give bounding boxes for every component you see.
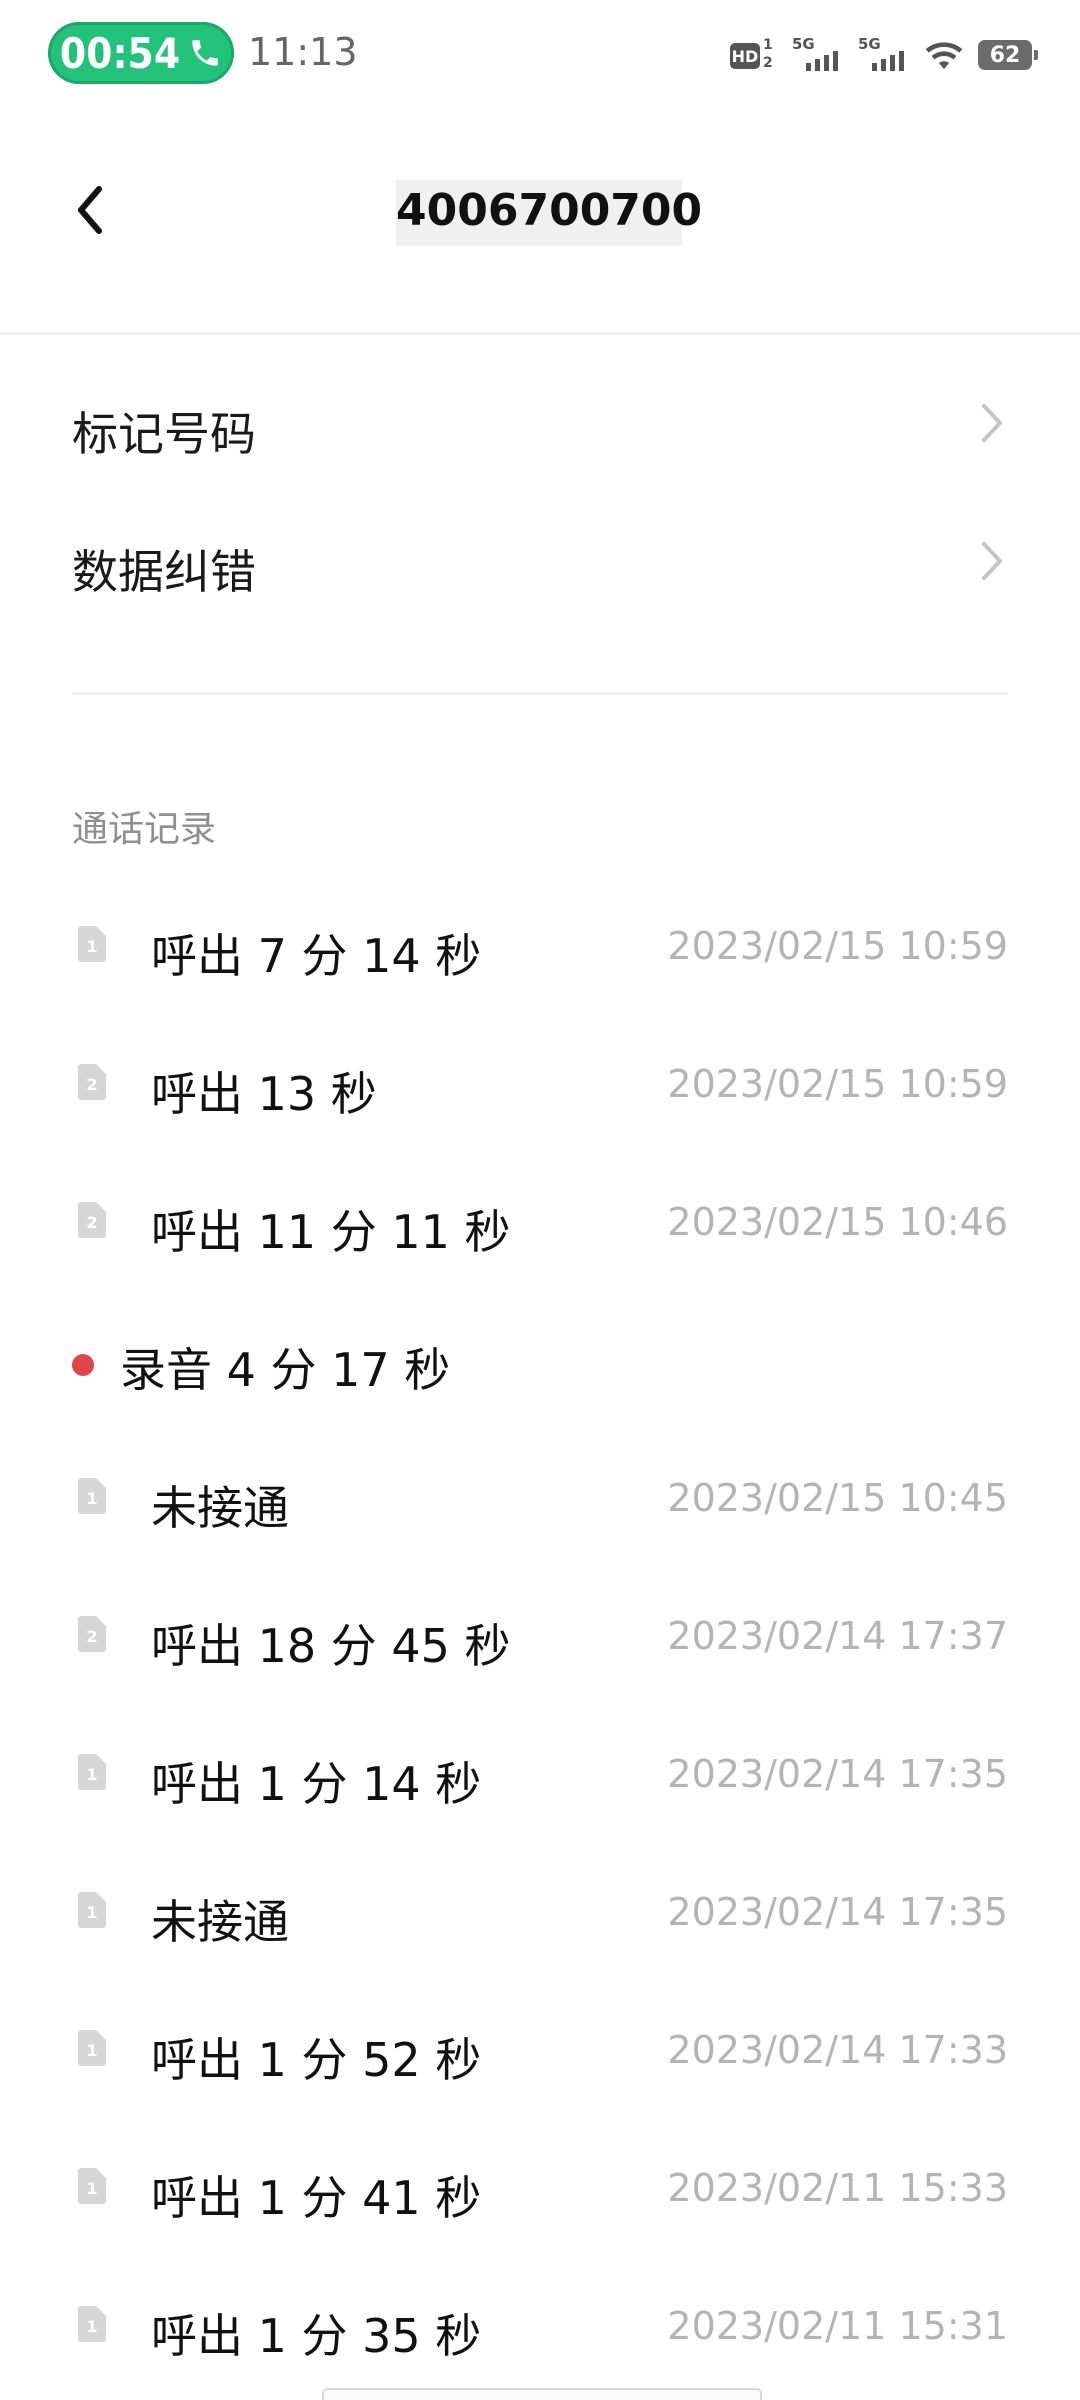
status-bar: 00:54 11:13 HD 1 2 5G 5G 62 bbox=[0, 0, 1080, 110]
svg-text:1: 1 bbox=[86, 1489, 97, 1508]
call-type-label: 呼出 1 分 52 秒 bbox=[151, 2033, 482, 2087]
header-divider bbox=[0, 332, 1080, 335]
call-type-label: 呼出 18 分 45 秒 bbox=[151, 1619, 511, 1673]
battery-icon: 62 bbox=[978, 40, 1038, 70]
recording-dot-icon bbox=[72, 1354, 94, 1376]
page-title: 4006700700 bbox=[396, 180, 702, 246]
call-type-label: 呼出 1 分 41 秒 bbox=[151, 2171, 482, 2225]
recording-label: 录音 4 分 17 秒 bbox=[120, 1343, 451, 1397]
status-icons: HD 1 2 5G 5G 62 bbox=[730, 30, 1038, 80]
back-arrow-icon bbox=[78, 186, 102, 234]
chevron-right-icon bbox=[982, 542, 1002, 580]
sim2-signal-icon: 5G bbox=[858, 35, 910, 75]
call-type-label: 呼出 7 分 14 秒 bbox=[151, 929, 482, 983]
home-indicator[interactable] bbox=[322, 2388, 762, 2400]
volte-hd-icon: HD 1 2 bbox=[730, 37, 773, 71]
call-record-row[interactable]: 1 呼出 1 分 41 秒 2023/02/11 15:33 bbox=[72, 2140, 1008, 2250]
call-record-row[interactable]: 2 呼出 11 分 11 秒 2023/02/15 10:46 bbox=[72, 1174, 1008, 1284]
call-record-row[interactable]: 1 呼出 1 分 35 秒 2023/02/11 15:31 bbox=[72, 2278, 1008, 2388]
sim-card-icon: 1 bbox=[78, 1754, 106, 1790]
call-type-label: 呼出 1 分 35 秒 bbox=[151, 2309, 482, 2363]
wifi-icon bbox=[925, 42, 963, 70]
call-timestamp: 2023/02/14 17:37 bbox=[667, 1614, 1008, 1658]
call-record-row[interactable]: 2 呼出 13 秒 2023/02/15 10:59 bbox=[72, 1036, 1008, 1146]
ongoing-call-pill[interactable]: 00:54 bbox=[48, 22, 234, 84]
menu-label: 数据纠错 bbox=[72, 545, 256, 599]
call-timestamp: 2023/02/15 10:59 bbox=[667, 1062, 1008, 1106]
back-button[interactable] bbox=[60, 180, 120, 240]
call-record-row[interactable]: 1 未接通 2023/02/14 17:35 bbox=[72, 1864, 1008, 1974]
sim-card-icon: 1 bbox=[78, 1892, 106, 1928]
svg-text:2: 2 bbox=[86, 1213, 97, 1232]
data-correction-item[interactable]: 数据纠错 bbox=[72, 506, 1008, 616]
status-clock: 11:13 bbox=[248, 30, 358, 74]
svg-text:1: 1 bbox=[86, 1765, 97, 1784]
call-record-row[interactable]: 1 呼出 1 分 52 秒 2023/02/14 17:33 bbox=[72, 2002, 1008, 2112]
call-log-section-title: 通话记录 bbox=[72, 809, 217, 850]
call-timer: 00:54 bbox=[59, 28, 181, 78]
svg-text:2: 2 bbox=[86, 1627, 97, 1646]
sim1-signal-icon: 5G bbox=[792, 35, 844, 75]
call-record-row[interactable]: 1 未接通 2023/02/15 10:45 bbox=[72, 1450, 1008, 1560]
call-type-label: 呼出 11 分 11 秒 bbox=[151, 1205, 511, 1259]
menu-label: 标记号码 bbox=[72, 407, 256, 461]
svg-text:1: 1 bbox=[86, 1903, 97, 1922]
call-type-label: 未接通 bbox=[151, 1481, 289, 1535]
phone-icon bbox=[192, 40, 218, 66]
svg-text:1: 1 bbox=[86, 2317, 97, 2336]
call-type-label: 未接通 bbox=[151, 1895, 289, 1949]
svg-text:1: 1 bbox=[86, 937, 97, 956]
call-timestamp: 2023/02/15 10:46 bbox=[667, 1200, 1008, 1244]
call-timestamp: 2023/02/14 17:35 bbox=[667, 1890, 1008, 1934]
call-timestamp: 2023/02/14 17:35 bbox=[667, 1752, 1008, 1796]
svg-text:2: 2 bbox=[86, 1075, 97, 1094]
call-record-row[interactable]: 1 呼出 1 分 14 秒 2023/02/14 17:35 bbox=[72, 1726, 1008, 1836]
sim-card-icon: 1 bbox=[78, 926, 106, 962]
sim-card-icon: 1 bbox=[78, 2306, 106, 2342]
call-type-label: 呼出 1 分 14 秒 bbox=[151, 1757, 482, 1811]
chevron-right-icon bbox=[982, 404, 1002, 442]
call-record-row[interactable]: 1 呼出 7 分 14 秒 2023/02/15 10:59 bbox=[72, 898, 1008, 1008]
call-timestamp: 2023/02/15 10:45 bbox=[667, 1476, 1008, 1520]
call-timestamp: 2023/02/15 10:59 bbox=[667, 924, 1008, 968]
sim-card-icon: 1 bbox=[78, 2030, 106, 2066]
recording-item[interactable]: 录音 4 分 17 秒 bbox=[72, 1312, 1008, 1422]
sim-card-icon: 1 bbox=[78, 2168, 106, 2204]
call-record-row[interactable]: 2 呼出 18 分 45 秒 2023/02/14 17:37 bbox=[72, 1588, 1008, 1698]
sim-card-icon: 1 bbox=[78, 1478, 106, 1514]
call-type-label: 呼出 13 秒 bbox=[151, 1067, 377, 1121]
sim-card-icon: 2 bbox=[78, 1202, 106, 1238]
section-divider bbox=[72, 692, 1008, 695]
sim-card-icon: 2 bbox=[78, 1616, 106, 1652]
mark-number-item[interactable]: 标记号码 bbox=[72, 368, 1008, 478]
call-timestamp: 2023/02/14 17:33 bbox=[667, 2028, 1008, 2072]
call-timestamp: 2023/02/11 15:31 bbox=[667, 2304, 1008, 2348]
svg-text:1: 1 bbox=[86, 2041, 97, 2060]
sim-card-icon: 2 bbox=[78, 1064, 106, 1100]
call-timestamp: 2023/02/11 15:33 bbox=[667, 2166, 1008, 2210]
app-header: 4006700700 bbox=[0, 150, 1080, 280]
svg-text:1: 1 bbox=[86, 2179, 97, 2198]
